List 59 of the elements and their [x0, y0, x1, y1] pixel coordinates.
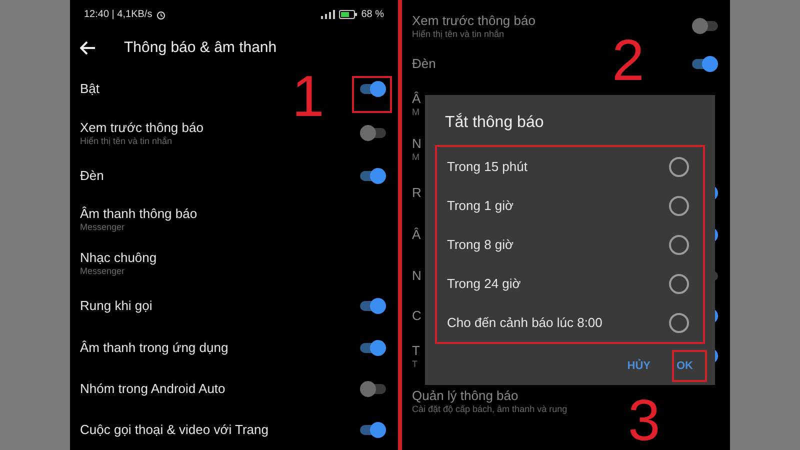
toggle-switch[interactable]: [360, 168, 386, 184]
toggle-switch[interactable]: [692, 56, 718, 72]
setting-label: N: [412, 136, 422, 152]
setting-subtitle: Cài đặt độ cấp bách, âm thanh và rung: [412, 404, 568, 414]
battery-icon: [339, 10, 358, 20]
step-number: 2: [612, 32, 644, 90]
setting-label: N: [412, 268, 422, 284]
battery-level: 68 %: [361, 8, 384, 22]
back-arrow-icon[interactable]: [80, 41, 96, 56]
setting-label: Đèn: [80, 168, 104, 184]
toggle-switch[interactable]: [360, 298, 386, 314]
highlight-frame: [672, 350, 707, 382]
setting-label: Â: [412, 227, 421, 243]
setting-label: Âm thanh thông báo: [80, 206, 198, 222]
toggle-switch[interactable]: [360, 340, 386, 356]
toggle-switch[interactable]: [360, 422, 386, 438]
radio-option[interactable]: Trong 1 giờ: [437, 186, 703, 225]
setting-label: C: [412, 308, 422, 324]
dialog-title: Tắt thông báo: [444, 112, 545, 133]
radio-button[interactable]: [669, 312, 689, 332]
radio-option[interactable]: Cho đến cảnh báo lúc 8:00: [437, 303, 703, 342]
step-number: 3: [628, 392, 660, 450]
highlight-frame: [352, 76, 392, 113]
setting-subtitle: Hiển thị tên và tin nhắn: [412, 28, 506, 40]
setting-subtitle: M: [412, 152, 420, 162]
toggle-switch[interactable]: [360, 381, 386, 397]
signal-icon: [321, 10, 336, 20]
status-time: 12:40 | 4,1KB/s: [84, 8, 152, 22]
step-number: 1: [292, 68, 324, 126]
setting-label: R: [412, 185, 422, 201]
setting-label: Quản lý thông báo: [412, 388, 520, 404]
radio-option[interactable]: Trong 8 giờ: [437, 225, 703, 264]
setting-subtitle: Hiển thị tên và tin nhắn: [80, 136, 174, 146]
radio-button[interactable]: [669, 274, 689, 294]
alarm-icon: [156, 10, 166, 20]
toggle-switch[interactable]: [360, 125, 386, 141]
setting-label: T: [412, 342, 420, 358]
page-title: Thông báo & âm thanh: [124, 38, 277, 58]
setting-subtitle: T: [412, 358, 418, 370]
setting-label: Đèn: [412, 56, 436, 72]
radio-option[interactable]: Trong 15 phút: [437, 147, 703, 186]
toggle-switch[interactable]: [360, 81, 386, 97]
setting-label: Nhóm trong Android Auto: [80, 381, 226, 397]
setting-label: Xem trước thông báo: [80, 120, 204, 136]
toggle-switch[interactable]: [692, 18, 718, 34]
setting-label: Xem trước thông báo: [412, 12, 536, 28]
setting-subtitle: Messenger: [80, 222, 126, 232]
setting-label: Rung khi gọi: [80, 298, 152, 314]
setting-subtitle: Messenger: [80, 266, 126, 276]
radio-button[interactable]: [669, 156, 689, 176]
radio-button[interactable]: [669, 196, 689, 216]
setting-subtitle: M: [412, 106, 420, 118]
setting-label: Âm thanh trong ứng dụng: [80, 340, 228, 356]
radio-button[interactable]: [669, 234, 689, 254]
setting-label: Â: [412, 90, 421, 106]
radio-option[interactable]: Trong 24 giờ: [437, 264, 703, 303]
setting-label: Cuộc gọi thoại & video với Trang: [80, 422, 268, 438]
setting-label: Bật: [80, 81, 100, 97]
setting-label: Nhạc chuông: [80, 250, 157, 266]
